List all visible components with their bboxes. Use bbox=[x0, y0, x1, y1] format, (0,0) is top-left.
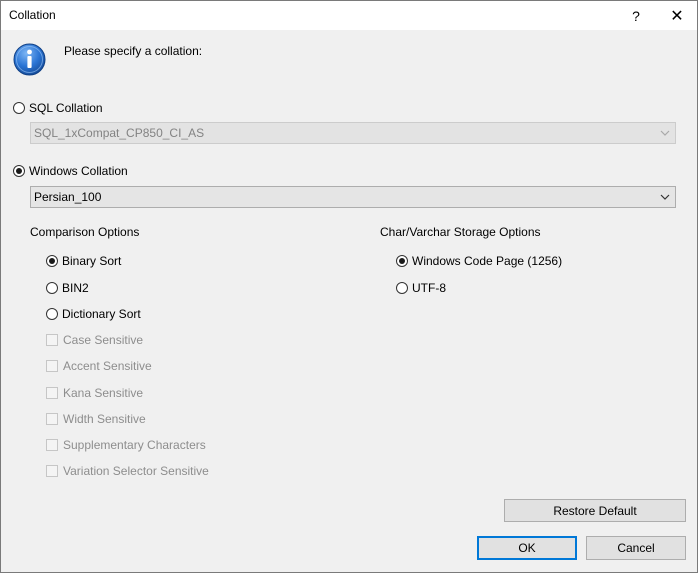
prompt-label: Please specify a collation: bbox=[64, 44, 203, 58]
windows-code-page-label: Windows Code Page (1256) bbox=[412, 254, 563, 268]
accent-sensitive-box[interactable] bbox=[46, 360, 58, 372]
width-sensitive-checkbox[interactable]: Width Sensitive bbox=[46, 411, 146, 427]
windows-collation-label: Windows Collation bbox=[29, 164, 128, 178]
sql-collation-value: SQL_1xCompat_CP850_CI_AS bbox=[34, 126, 205, 140]
binary-sort-label: Binary Sort bbox=[62, 254, 122, 268]
windows-collation-radio[interactable]: Windows Collation bbox=[13, 163, 128, 179]
accent-sensitive-label: Accent Sensitive bbox=[63, 359, 152, 373]
kana-sensitive-checkbox[interactable]: Kana Sensitive bbox=[46, 385, 143, 401]
dictionary-sort-label: Dictionary Sort bbox=[62, 307, 141, 321]
dialog-body: Please specify a collation: SQL Collatio… bbox=[1, 30, 697, 572]
binary-sort-radio-circle[interactable] bbox=[46, 255, 58, 267]
restore-default-button[interactable]: Restore Default bbox=[504, 499, 686, 522]
title-bar: Collation ? ✕ bbox=[1, 1, 697, 30]
dictionary-sort-radio-circle[interactable] bbox=[46, 308, 58, 320]
variation-selector-sensitive-box[interactable] bbox=[46, 465, 58, 477]
info-icon bbox=[13, 43, 46, 76]
bin2-label: BIN2 bbox=[62, 281, 89, 295]
utf8-radio-circle[interactable] bbox=[396, 282, 408, 294]
binary-sort-radio[interactable]: Binary Sort bbox=[46, 253, 121, 269]
bin2-radio[interactable]: BIN2 bbox=[46, 280, 89, 296]
sql-collation-label: SQL Collation bbox=[29, 101, 103, 115]
close-button[interactable]: ✕ bbox=[660, 1, 694, 30]
windows-code-page-radio-circle[interactable] bbox=[396, 255, 408, 267]
windows-collation-value: Persian_100 bbox=[34, 190, 102, 204]
comparison-options-heading: Comparison Options bbox=[30, 225, 140, 239]
variation-selector-sensitive-checkbox[interactable]: Variation Selector Sensitive bbox=[46, 463, 209, 479]
windows-code-page-radio[interactable]: Windows Code Page (1256) bbox=[396, 253, 562, 269]
dictionary-sort-radio[interactable]: Dictionary Sort bbox=[46, 306, 141, 322]
case-sensitive-label: Case Sensitive bbox=[63, 333, 144, 347]
utf8-label: UTF-8 bbox=[412, 281, 446, 295]
case-sensitive-box[interactable] bbox=[46, 334, 58, 346]
case-sensitive-checkbox[interactable]: Case Sensitive bbox=[46, 332, 143, 348]
windows-collation-radio-circle[interactable] bbox=[13, 165, 25, 177]
window-title: Collation bbox=[9, 8, 56, 22]
width-sensitive-box[interactable] bbox=[46, 413, 58, 425]
sql-collation-dropdown[interactable]: SQL_1xCompat_CP850_CI_AS bbox=[30, 122, 676, 144]
variation-selector-sensitive-label: Variation Selector Sensitive bbox=[63, 464, 209, 478]
kana-sensitive-box[interactable] bbox=[46, 387, 58, 399]
width-sensitive-label: Width Sensitive bbox=[63, 412, 146, 426]
utf8-radio[interactable]: UTF-8 bbox=[396, 280, 446, 296]
sql-collation-radio[interactable]: SQL Collation bbox=[13, 100, 103, 116]
collation-dialog: Collation ? ✕ Please specify a collation… bbox=[0, 0, 698, 573]
windows-collation-dropdown[interactable]: Persian_100 bbox=[30, 186, 676, 208]
storage-options-heading: Char/Varchar Storage Options bbox=[380, 225, 541, 239]
kana-sensitive-label: Kana Sensitive bbox=[63, 386, 144, 400]
bin2-radio-circle[interactable] bbox=[46, 282, 58, 294]
supplementary-characters-box[interactable] bbox=[46, 439, 58, 451]
chevron-down-icon bbox=[660, 130, 670, 136]
sql-collation-radio-circle[interactable] bbox=[13, 102, 25, 114]
ok-button[interactable]: OK bbox=[477, 536, 577, 560]
cancel-button[interactable]: Cancel bbox=[586, 536, 686, 560]
chevron-down-icon bbox=[660, 194, 670, 200]
accent-sensitive-checkbox[interactable]: Accent Sensitive bbox=[46, 358, 152, 374]
supplementary-characters-checkbox[interactable]: Supplementary Characters bbox=[46, 437, 206, 453]
supplementary-characters-label: Supplementary Characters bbox=[63, 438, 206, 452]
help-button[interactable]: ? bbox=[619, 1, 653, 30]
